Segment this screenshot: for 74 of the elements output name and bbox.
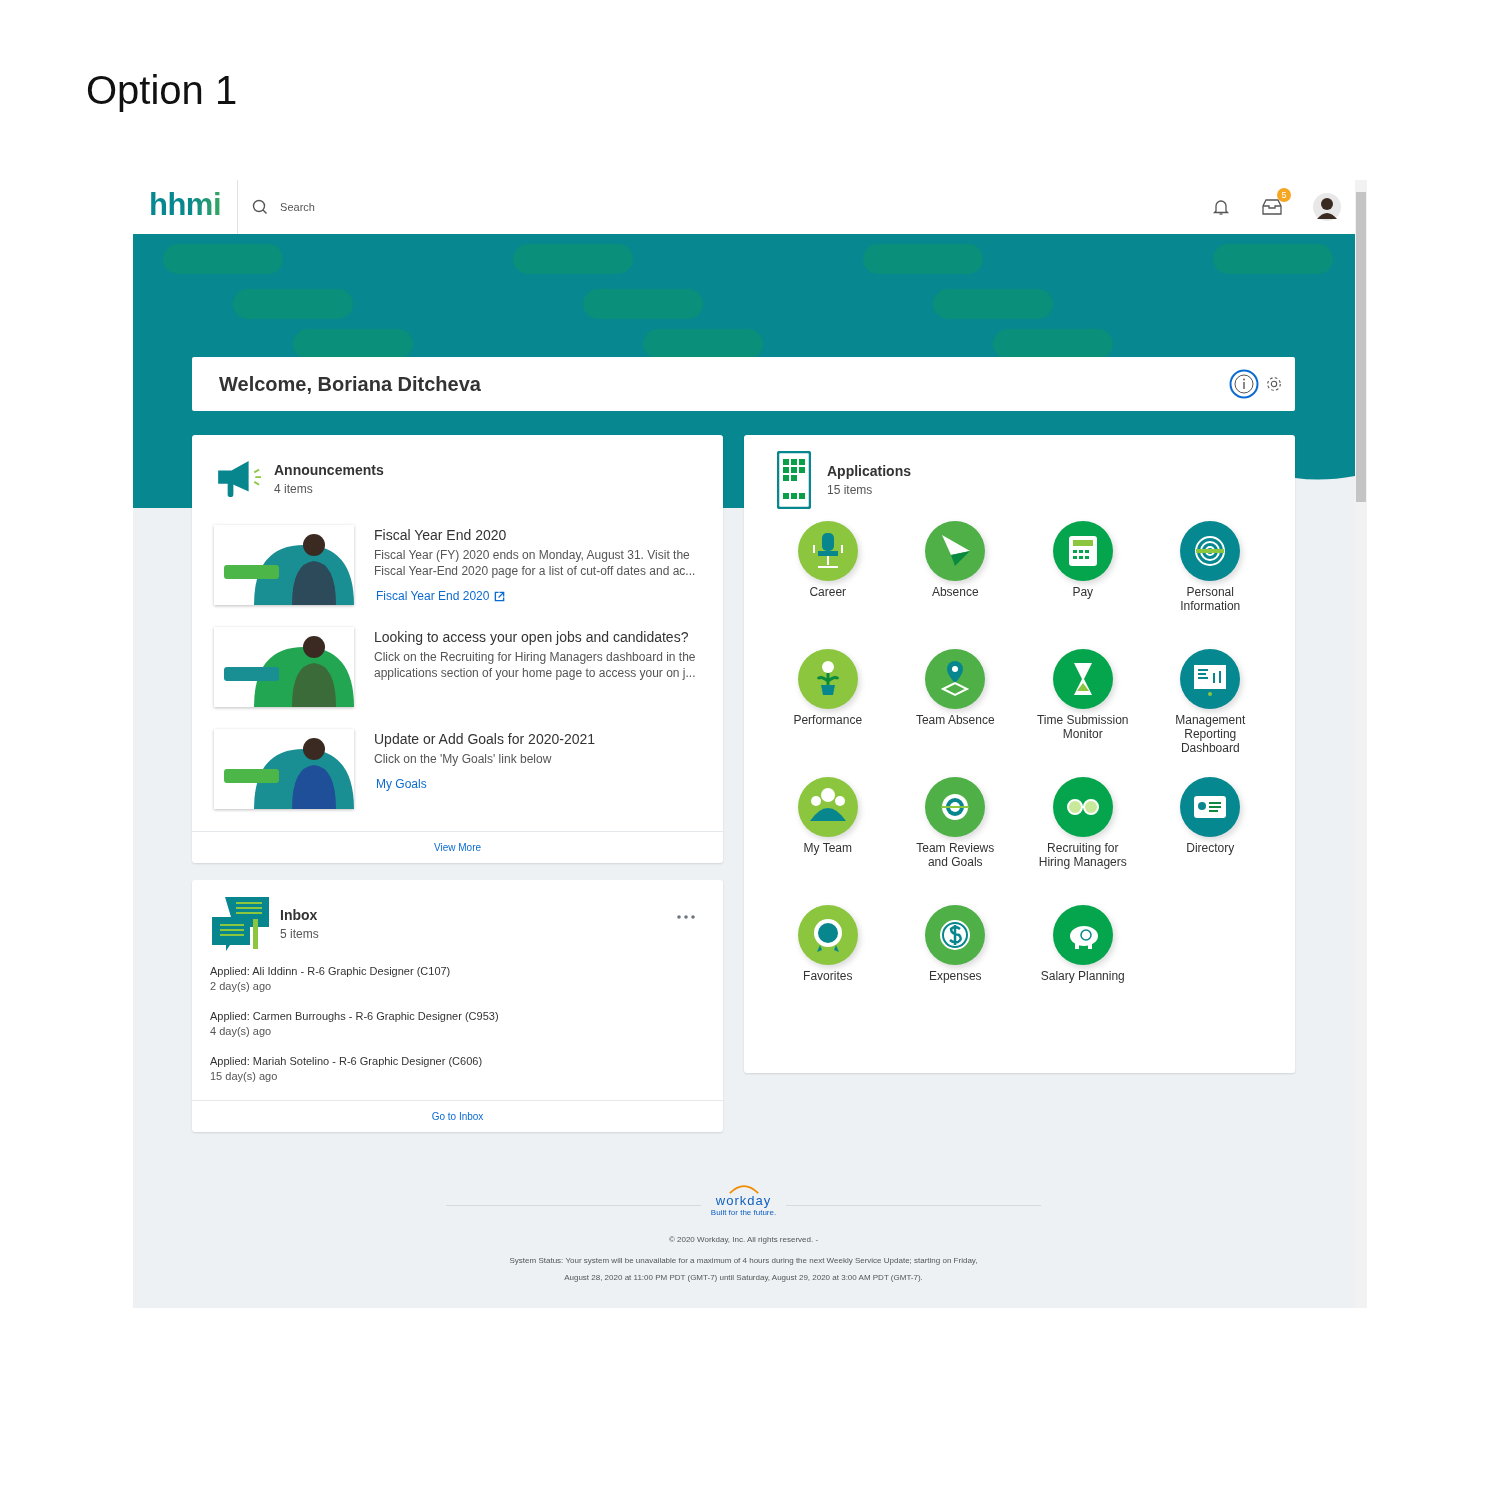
scrollbar[interactable]	[1355, 180, 1367, 1308]
announcement-text: Click on the 'My Goals' link below	[374, 751, 553, 767]
calculator-icon[interactable]	[1052, 521, 1113, 581]
card-title: Inbox	[280, 907, 319, 923]
tablet-icon	[777, 451, 811, 509]
plant-icon[interactable]	[797, 649, 858, 709]
card-title: Announcements	[274, 462, 384, 478]
piggy-bank-icon[interactable]	[1052, 905, 1113, 965]
item-age: 15 day(s) ago	[210, 1070, 279, 1082]
announcement-title[interactable]: Update or Add Goals for 2020-2021	[374, 731, 596, 747]
announcement-text: Click on the Recruiting for Hiring Managers dashboard in the applications section of your home page to access your on j...	[374, 649, 697, 681]
hourglass-icon[interactable]	[1052, 649, 1113, 709]
copyright-text: © 2020 Workday, Inc. All rights reserved. -	[668, 1235, 819, 1244]
item-count: 5 items	[280, 927, 319, 941]
item-count: 15 items	[827, 483, 874, 497]
people-icon[interactable]	[797, 777, 858, 837]
target-icon[interactable]	[925, 777, 986, 837]
bell-icon[interactable]	[1211, 197, 1231, 217]
fingerprint-icon[interactable]	[1180, 521, 1241, 581]
app-label[interactable]: Pay	[1072, 585, 1094, 599]
settings-icon[interactable]	[1265, 375, 1283, 393]
search-field[interactable]: Search	[278, 200, 523, 214]
logo-text: workday	[715, 1194, 772, 1208]
app-label[interactable]: Team Reviews and Goals	[916, 841, 995, 869]
inbox-item[interactable]: Applied: Mariah Sotelino - R-6 Graphic Designer (C606)	[210, 1055, 705, 1067]
app-label[interactable]: Career	[809, 585, 847, 599]
announcement-title[interactable]: Looking to access your open jobs and candidates?	[374, 629, 703, 645]
inbox-item[interactable]: Applied: Ali Iddinn - R-6 Graphic Designer (C107)	[210, 965, 705, 977]
item-count: 4 items	[274, 482, 314, 496]
card-title: Applications	[827, 463, 911, 479]
app-label[interactable]: Personal Information	[1180, 585, 1241, 613]
app-label[interactable]: Salary Planning	[1040, 969, 1125, 983]
announcement-text: Fiscal Year (FY) 2020 ends on Monday, August 31. Visit the Fiscal Year-End 2020 page for a list of cut-off dates and ac...	[374, 547, 697, 579]
info-icon[interactable]	[1229, 369, 1259, 399]
more-icon[interactable]	[677, 915, 695, 919]
app-label[interactable]: Management Reporting Dashboard	[1175, 713, 1246, 755]
inbox-icon[interactable]	[1261, 197, 1283, 217]
app-label[interactable]: Team Absence	[915, 713, 995, 727]
announcement-link[interactable]: My Goals	[374, 777, 427, 791]
chat-bubbles-icon	[210, 895, 272, 953]
item-age: 2 day(s) ago	[210, 980, 273, 992]
chair-icon[interactable]	[797, 521, 858, 581]
app-label[interactable]: Recruiting for Hiring Managers	[1038, 841, 1127, 869]
app-label[interactable]: Directory	[1186, 841, 1235, 855]
app-label[interactable]: My Team	[803, 841, 852, 855]
tagline: Built for the future.	[710, 1208, 777, 1217]
external-link-icon	[494, 590, 506, 602]
app-label[interactable]: Time Submission Monitor	[1036, 713, 1129, 741]
announcement-link[interactable]: Fiscal Year End 2020	[374, 589, 506, 603]
notification-badge: 5	[1277, 188, 1291, 202]
app-label[interactable]: Expenses	[928, 969, 982, 983]
avatar[interactable]	[1313, 193, 1341, 221]
logo[interactable]: hhmi	[149, 180, 239, 234]
location-pin-icon[interactable]	[925, 649, 986, 709]
app-label[interactable]: Absence	[931, 585, 979, 599]
rosette-icon[interactable]	[797, 905, 858, 965]
welcome-title: Welcome, Boriana Ditcheva	[219, 372, 481, 396]
inbox-item[interactable]: Applied: Carmen Burroughs - R-6 Graphic Designer (C953)	[210, 1010, 705, 1022]
search-icon	[252, 199, 269, 215]
dollar-coin-icon[interactable]	[925, 905, 986, 965]
item-age: 4 day(s) ago	[210, 1025, 273, 1037]
app-label[interactable]: Performance	[793, 713, 863, 727]
slide-title: Option 1	[86, 68, 239, 114]
announcement-title[interactable]: Fiscal Year End 2020	[374, 527, 703, 543]
paper-plane-icon[interactable]	[925, 521, 986, 581]
glasses-icon[interactable]	[1052, 777, 1113, 837]
presentation-board-icon[interactable]	[1180, 649, 1241, 709]
id-card-icon[interactable]	[1180, 777, 1241, 837]
go-to-inbox-link[interactable]: Go to Inbox	[431, 1111, 484, 1122]
arc-icon	[726, 1184, 761, 1194]
scroll-thumb[interactable]	[1356, 192, 1366, 502]
view-more-link[interactable]: View More	[433, 842, 482, 853]
app-label[interactable]: Favorites	[803, 969, 853, 983]
system-status-text: System Status: Your system will be unavailable for a maximum of 4 hours during the next Weekly Service Update; starting on Friday, August 28, 2020 at 11:00 PM PDT (GMT-7) until Saturday, August 29, 2020 at 3:00 AM PDT (GMT-7).	[508, 1255, 979, 1284]
